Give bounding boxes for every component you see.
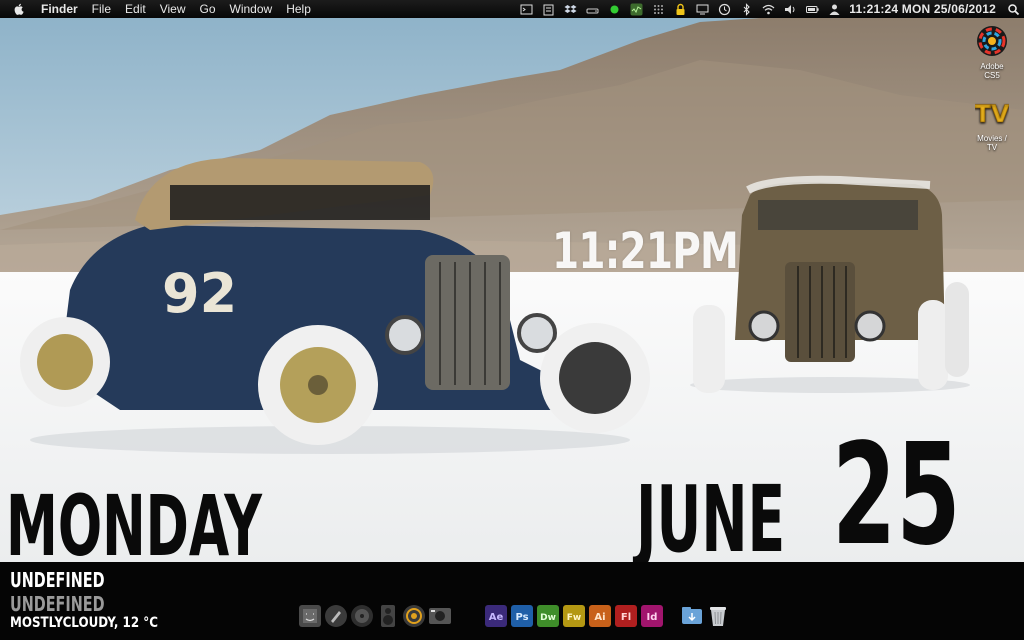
widget-day-number: 25 [832,414,961,577]
widget-month-name: JUNE [636,466,786,573]
display-icon[interactable] [691,0,713,18]
desktop-icon-label: CS5 [984,71,1000,80]
photo-booth-dock-icon[interactable] [428,604,452,628]
svg-text:Dw: Dw [540,613,556,623]
dot-grid-icon[interactable] [647,0,669,18]
weather-condition: MOSTLYCLOUDY, 12 °C [10,615,158,631]
volume-icon[interactable] [779,0,801,18]
rocket-dock-icon[interactable] [324,604,348,628]
app-menu-finder[interactable]: Finder [34,0,85,18]
fireworks-dock-icon[interactable]: Fw [562,604,586,628]
desktop-icon-adobe-cs5[interactable]: Adobe CS5 [968,24,1016,80]
widget-day-name: MONDAY [6,477,262,575]
menu-file[interactable]: File [85,0,118,18]
podcast-dock-icon[interactable] [402,604,426,628]
user-icon[interactable] [823,0,845,18]
trash-dock-icon[interactable] [706,604,730,628]
activity-monitor-icon[interactable] [625,0,647,18]
adobe-cs5-icon [977,26,1007,56]
status-menus: 11:21:24 MON 25/06/2012 [515,0,1024,18]
menu-edit[interactable]: Edit [118,0,153,18]
speaker-dock-icon[interactable] [376,604,400,628]
indesign-dock-icon[interactable]: Id [640,604,664,628]
clipboard-icon[interactable] [537,0,559,18]
menu-bar: Finder File Edit View Go Window Help 11:… [0,0,1024,18]
time-machine-icon[interactable] [713,0,735,18]
menubar-clock[interactable]: 11:21:24 MON 25/06/2012 [845,2,1002,16]
weather-line-2: UNDEFINED [10,592,105,616]
apple-menu-icon[interactable] [12,2,26,16]
after-effects-dock-icon[interactable]: Ae [484,604,508,628]
illustrator-dock-icon[interactable]: Ai [588,604,612,628]
menu-view[interactable]: View [153,0,193,18]
battery-icon[interactable] [801,0,823,18]
green-status-dot-icon[interactable] [603,0,625,18]
menu-help[interactable]: Help [279,0,318,18]
svg-text:92: 92 [162,262,237,325]
lock-icon[interactable] [669,0,691,18]
finder-dock-icon[interactable] [298,604,322,628]
svg-text:TV: TV [975,100,1009,128]
weather-line-1: UNDEFINED [10,568,105,592]
menu-go[interactable]: Go [193,0,223,18]
svg-text:Ae: Ae [489,612,504,623]
svg-text:Ai: Ai [594,612,605,623]
spotlight-search-icon[interactable] [1002,0,1024,18]
desktop-icon-label: Adobe [980,62,1004,71]
svg-text:Id: Id [647,612,658,623]
dvd-player-dock-icon[interactable] [350,604,374,628]
menu-window[interactable]: Window [223,0,280,18]
terminal-icon[interactable] [515,0,537,18]
network-drive-icon[interactable] [581,0,603,18]
flash-dock-icon[interactable]: Fl [614,604,638,628]
svg-text:Fw: Fw [567,613,581,623]
downloads-folder-dock-icon[interactable] [680,604,704,628]
svg-text:Ps: Ps [515,612,528,623]
wifi-icon[interactable] [757,0,779,18]
desktop-icon-label: Movies / [977,134,1007,143]
bluetooth-icon[interactable] [735,0,757,18]
tv-folder-icon: TV [974,100,1010,129]
desktop-icon-label: TV [986,143,998,152]
desktop-icon-movies-tv[interactable]: TV Movies / TV [968,96,1016,152]
dreamweaver-dock-icon[interactable]: Dw [536,604,560,628]
svg-text:Fl: Fl [621,612,631,623]
dropbox-icon[interactable] [559,0,581,18]
widget-time: 11:21PM [552,222,739,280]
photoshop-dock-icon[interactable]: Ps [510,604,534,628]
